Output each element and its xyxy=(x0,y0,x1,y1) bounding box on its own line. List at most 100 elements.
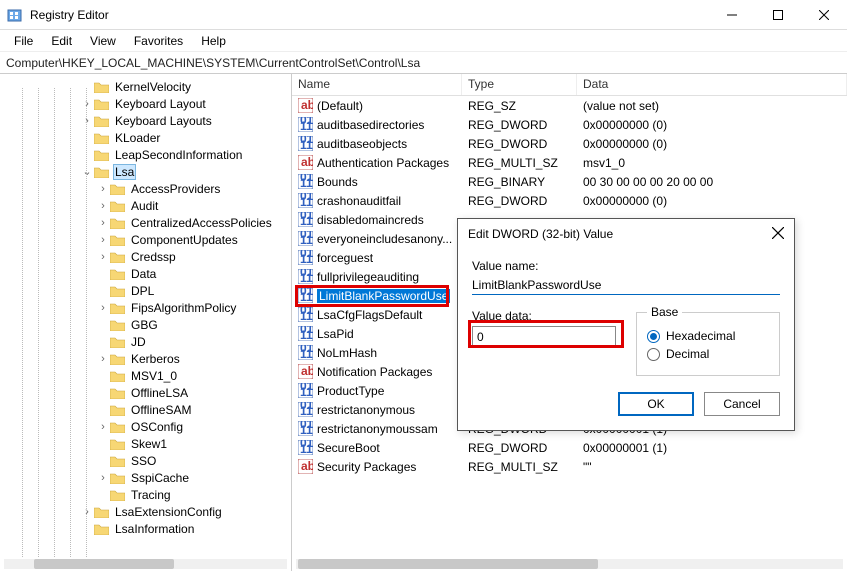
tree-item[interactable]: ›LsaExtensionConfig xyxy=(0,503,291,520)
tree-item[interactable]: ›Data xyxy=(0,265,291,282)
tree-item[interactable]: ›CentralizedAccessPolicies xyxy=(0,214,291,231)
chevron-right-icon[interactable]: › xyxy=(96,353,110,365)
tree-item[interactable]: ›Skew1 xyxy=(0,435,291,452)
value-name-label: Value name: xyxy=(472,259,780,273)
string-value-icon xyxy=(298,98,313,113)
col-header-type[interactable]: Type xyxy=(462,74,577,95)
col-header-data[interactable]: Data xyxy=(577,74,847,95)
chevron-right-icon[interactable]: › xyxy=(96,234,110,246)
tree-item[interactable]: ›OfflineLSA xyxy=(0,384,291,401)
chevron-right-icon[interactable]: › xyxy=(96,200,110,212)
folder-icon xyxy=(110,200,125,212)
ok-button[interactable]: OK xyxy=(618,392,694,416)
tree-item[interactable]: ›FipsAlgorithmPolicy xyxy=(0,299,291,316)
col-header-name[interactable]: Name xyxy=(292,74,462,95)
tree-item-label: Keyboard Layout xyxy=(113,97,208,111)
chevron-right-icon[interactable]: › xyxy=(96,302,110,314)
list-pane[interactable]: Name Type Data (Default)REG_SZ(value not… xyxy=(292,74,847,571)
chevron-right-icon[interactable]: › xyxy=(80,98,94,110)
chevron-right-icon[interactable]: › xyxy=(96,251,110,263)
tree-item[interactable]: › Credssp xyxy=(0,248,291,265)
list-row[interactable]: Authentication PackagesREG_MULTI_SZmsv1_… xyxy=(292,153,847,172)
tree-scrollbar-h[interactable] xyxy=(4,559,287,569)
tree-item-label: LsaInformation xyxy=(113,522,196,536)
tree-item[interactable]: ›MSV1_0 xyxy=(0,367,291,384)
window-title: Registry Editor xyxy=(30,8,709,22)
value-type: REG_DWORD xyxy=(462,137,577,151)
binary-value-icon xyxy=(298,307,313,322)
tree-item[interactable]: ⌄Lsa xyxy=(0,163,291,180)
radio-dec[interactable] xyxy=(647,348,660,361)
folder-icon xyxy=(110,319,125,331)
tree-item[interactable]: › SspiCache xyxy=(0,469,291,486)
folder-icon xyxy=(94,149,109,161)
list-row[interactable]: BoundsREG_BINARY00 30 00 00 00 20 00 00 xyxy=(292,172,847,191)
tree-item[interactable]: ›KLoader xyxy=(0,129,291,146)
chevron-right-icon[interactable]: › xyxy=(96,183,110,195)
tree-item[interactable]: ›OSConfig xyxy=(0,418,291,435)
tree-item[interactable]: ›DPL xyxy=(0,282,291,299)
tree-item[interactable]: ›JD xyxy=(0,333,291,350)
list-row[interactable]: auditbasedirectoriesREG_DWORD0x00000000 … xyxy=(292,115,847,134)
value-name: auditbasedirectories xyxy=(317,118,424,132)
menu-help[interactable]: Help xyxy=(192,32,235,50)
radio-hex-label[interactable]: Hexadecimal xyxy=(666,329,735,343)
tree-item[interactable]: ›Kerberos xyxy=(0,350,291,367)
value-name-field[interactable] xyxy=(472,276,780,295)
list-row[interactable]: auditbaseobjectsREG_DWORD0x00000000 (0) xyxy=(292,134,847,153)
tree-pane[interactable]: ›KernelVelocity › Keyboard Layout›Keyboard… xyxy=(0,74,292,571)
maximize-button[interactable] xyxy=(755,0,801,30)
list-scrollbar-h[interactable] xyxy=(296,559,843,569)
dialog-close-button[interactable] xyxy=(754,227,784,242)
tree-item-label: Credssp xyxy=(129,250,178,264)
tree-item[interactable]: ›OfflineSAM xyxy=(0,401,291,418)
value-name: forceguest xyxy=(317,251,373,265)
base-group: Base Hexadecimal Decimal xyxy=(636,305,780,376)
chevron-right-icon[interactable]: › xyxy=(96,217,110,229)
list-row[interactable]: SecureBootREG_DWORD0x00000001 (1) xyxy=(292,438,847,457)
folder-icon xyxy=(110,455,125,467)
cancel-button[interactable]: Cancel xyxy=(704,392,780,416)
tree-item[interactable]: ›LsaInformation xyxy=(0,520,291,537)
tree-item-label: ComponentUpdates xyxy=(129,233,240,247)
binary-value-icon xyxy=(298,136,313,151)
chevron-right-icon[interactable]: › xyxy=(96,472,110,484)
tree-item[interactable]: › Keyboard Layout xyxy=(0,95,291,112)
list-row[interactable]: crashonauditfailREG_DWORD0x00000000 (0) xyxy=(292,191,847,210)
menu-favorites[interactable]: Favorites xyxy=(125,32,192,50)
tree-item[interactable]: ›SSO xyxy=(0,452,291,469)
value-name: crashonauditfail xyxy=(317,194,401,208)
address-bar[interactable]: Computer\HKEY_LOCAL_MACHINE\SYSTEM\Curre… xyxy=(0,52,847,74)
tree-item[interactable]: ›LeapSecondInformation xyxy=(0,146,291,163)
chevron-right-icon[interactable]: › xyxy=(80,115,94,127)
chevron-right-icon[interactable]: › xyxy=(96,421,110,433)
value-name: restrictanonymous xyxy=(317,403,415,417)
menu-file[interactable]: File xyxy=(5,32,42,50)
list-row[interactable]: (Default)REG_SZ(value not set) xyxy=(292,96,847,115)
value-data: 0x00000000 (0) xyxy=(577,137,847,151)
tree-item-label: Skew1 xyxy=(129,437,169,451)
value-type: REG_MULTI_SZ xyxy=(462,156,577,170)
tree-item[interactable]: › ComponentUpdates xyxy=(0,231,291,248)
minimize-button[interactable] xyxy=(709,0,755,30)
folder-icon xyxy=(94,115,109,127)
tree-item[interactable]: ›GBG xyxy=(0,316,291,333)
tree-item[interactable]: ›Keyboard Layouts xyxy=(0,112,291,129)
menu-view[interactable]: View xyxy=(81,32,125,50)
tree-item[interactable]: ›AccessProviders xyxy=(0,180,291,197)
tree-item[interactable]: ›Audit xyxy=(0,197,291,214)
value-type: REG_DWORD xyxy=(462,118,577,132)
value-data-field[interactable] xyxy=(472,326,616,348)
radio-dec-label[interactable]: Decimal xyxy=(666,347,709,361)
radio-hex[interactable] xyxy=(647,330,660,343)
close-button[interactable] xyxy=(801,0,847,30)
list-row[interactable]: Security PackagesREG_MULTI_SZ"" xyxy=(292,457,847,476)
tree-item[interactable]: ›Tracing xyxy=(0,486,291,503)
tree-item-label: SspiCache xyxy=(129,471,191,485)
chevron-down-icon[interactable]: ⌄ xyxy=(80,165,94,178)
menu-edit[interactable]: Edit xyxy=(42,32,81,50)
value-name: disabledomaincreds xyxy=(317,213,424,227)
chevron-right-icon[interactable]: › xyxy=(80,506,94,518)
tree-item[interactable]: ›KernelVelocity xyxy=(0,78,291,95)
value-data: (value not set) xyxy=(577,99,847,113)
